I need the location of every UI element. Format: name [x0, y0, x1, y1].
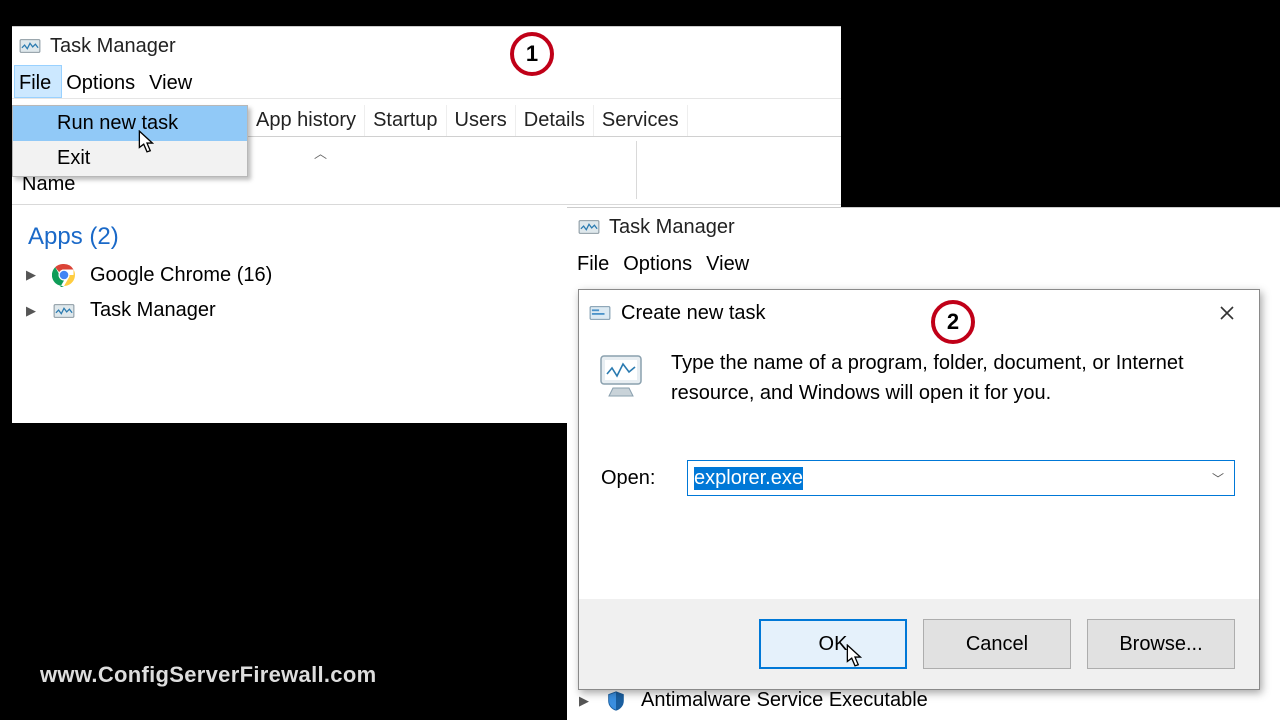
open-value: explorer.exe — [694, 467, 803, 490]
shield-icon — [605, 690, 627, 712]
process-name: Task Manager — [90, 299, 216, 322]
disclosure-arrow-icon[interactable]: ▶ — [26, 267, 38, 283]
close-button[interactable] — [1205, 298, 1249, 328]
menu-item-run-new-task[interactable]: Run new task — [13, 106, 247, 141]
disclosure-arrow-icon[interactable]: ▶ — [579, 693, 591, 709]
menu-file[interactable]: File — [14, 65, 62, 98]
annotation-badge-1: 1 — [510, 32, 554, 76]
chevron-down-icon[interactable]: ﹀ — [1212, 470, 1224, 487]
process-name: Google Chrome (16) — [90, 264, 272, 287]
computer-icon — [597, 352, 649, 400]
titlebar[interactable]: Task Manager — [567, 208, 1280, 246]
menubar: File Options View — [567, 246, 1280, 280]
menu-options[interactable]: Options — [62, 65, 145, 98]
ok-button[interactable]: OK — [759, 619, 907, 669]
browse-button[interactable]: Browse... — [1087, 619, 1235, 669]
file-menu-dropdown: Run new task Exit — [12, 105, 248, 177]
task-manager-icon — [18, 36, 42, 56]
open-combobox[interactable]: explorer.exe ﹀ — [687, 460, 1235, 496]
tab-users[interactable]: Users — [447, 105, 516, 136]
close-icon — [1220, 306, 1234, 320]
table-row[interactable]: ▶ Antimalware Service Executable — [579, 689, 928, 712]
task-manager-icon — [577, 217, 601, 237]
column-divider — [636, 141, 637, 199]
task-manager-icon — [52, 301, 76, 321]
dialog-title: Create new task — [621, 302, 1195, 325]
annotation-badge-2: 2 — [931, 300, 975, 344]
menu-view[interactable]: View — [702, 246, 759, 280]
disclosure-arrow-icon[interactable]: ▶ — [26, 303, 38, 319]
sort-indicator-up-icon: ︿ — [314, 143, 327, 162]
window-title: Task Manager — [50, 35, 176, 58]
process-name: Antimalware Service Executable — [641, 689, 928, 712]
menu-file[interactable]: File — [573, 246, 619, 280]
create-new-task-dialog: Create new task Type the name of a progr… — [578, 289, 1260, 690]
menubar: File Options View — [12, 65, 841, 99]
tab-services[interactable]: Services — [594, 105, 688, 136]
titlebar[interactable]: Task Manager — [12, 27, 841, 65]
dialog-button-row: OK Cancel Browse... — [579, 599, 1259, 689]
tab-app-history[interactable]: App history — [248, 105, 365, 136]
cancel-button[interactable]: Cancel — [923, 619, 1071, 669]
tab-startup[interactable]: Startup — [365, 105, 446, 136]
dialog-description: Type the name of a program, folder, docu… — [671, 348, 1235, 408]
chrome-icon — [52, 263, 76, 287]
tab-details[interactable]: Details — [516, 105, 594, 136]
run-dialog-icon — [589, 304, 611, 322]
menu-view[interactable]: View — [145, 65, 202, 98]
open-label: Open: — [601, 467, 669, 490]
watermark: www.ConfigServerFirewall.com — [40, 662, 376, 688]
dialog-titlebar[interactable]: Create new task — [579, 290, 1259, 336]
menu-options[interactable]: Options — [619, 246, 702, 280]
menu-item-exit[interactable]: Exit — [13, 141, 247, 176]
window-title: Task Manager — [609, 216, 735, 239]
